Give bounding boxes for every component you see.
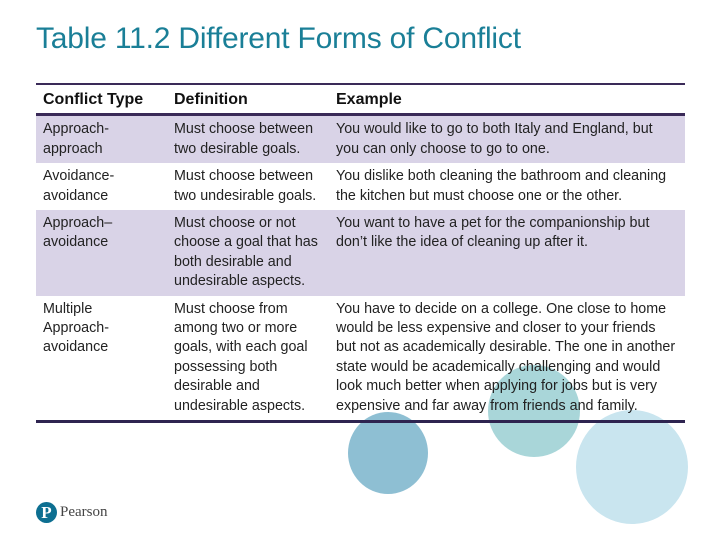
cell-definition: Must choose between two undesirable goal… (174, 168, 317, 204)
cell-example: You want to have a pet for the companion… (329, 210, 685, 296)
cell-definition: Must choose between two desirable goals. (167, 114, 329, 164)
table-header-row: Conflict Type Definition Example (36, 83, 685, 117)
cell-conflict-type: Multiple Approach-avoidance (36, 295, 167, 424)
table-row: Approach– avoidance Must choose or not ch… (36, 210, 685, 296)
pearson-logo-icon: P (36, 502, 57, 523)
decorative-circle-blue (348, 412, 428, 494)
cell-definition: Must choose from among two or more goals… (167, 295, 329, 424)
conflict-table: Conflict Type Definition Example Approac… (36, 83, 685, 424)
header-example: Example (329, 83, 685, 117)
cell-example: You dislike both cleaning the bathroom a… (336, 168, 667, 204)
cell-conflict-type: Approach-approach (36, 114, 167, 164)
cell-example: You have to decide on a college. One clo… (329, 295, 685, 424)
cell-conflict-type: Avoidance-avoidance (43, 168, 115, 204)
decorative-circle-light-blue (576, 410, 688, 524)
cell-definition: Must choose or not choose a goal that ha… (167, 210, 329, 296)
pearson-logo: P Pearson (36, 502, 108, 523)
header-conflict-type: Conflict Type (36, 83, 167, 117)
header-definition: Definition (167, 83, 329, 117)
cell-conflict-type: Approach– avoidance (36, 210, 167, 296)
pearson-logo-text: Pearson (60, 504, 108, 520)
table-row: Approach-approach Must choose between tw… (36, 114, 685, 164)
table-row: Multiple Approach-avoidance Must choose f… (36, 295, 685, 424)
cell-example: You would like to go to both Italy and E… (329, 114, 685, 164)
page-title: Table 11.2 Different Forms of Conflict (36, 22, 521, 55)
table-row: Avoidance-avoidance Must choose between … (36, 163, 685, 210)
